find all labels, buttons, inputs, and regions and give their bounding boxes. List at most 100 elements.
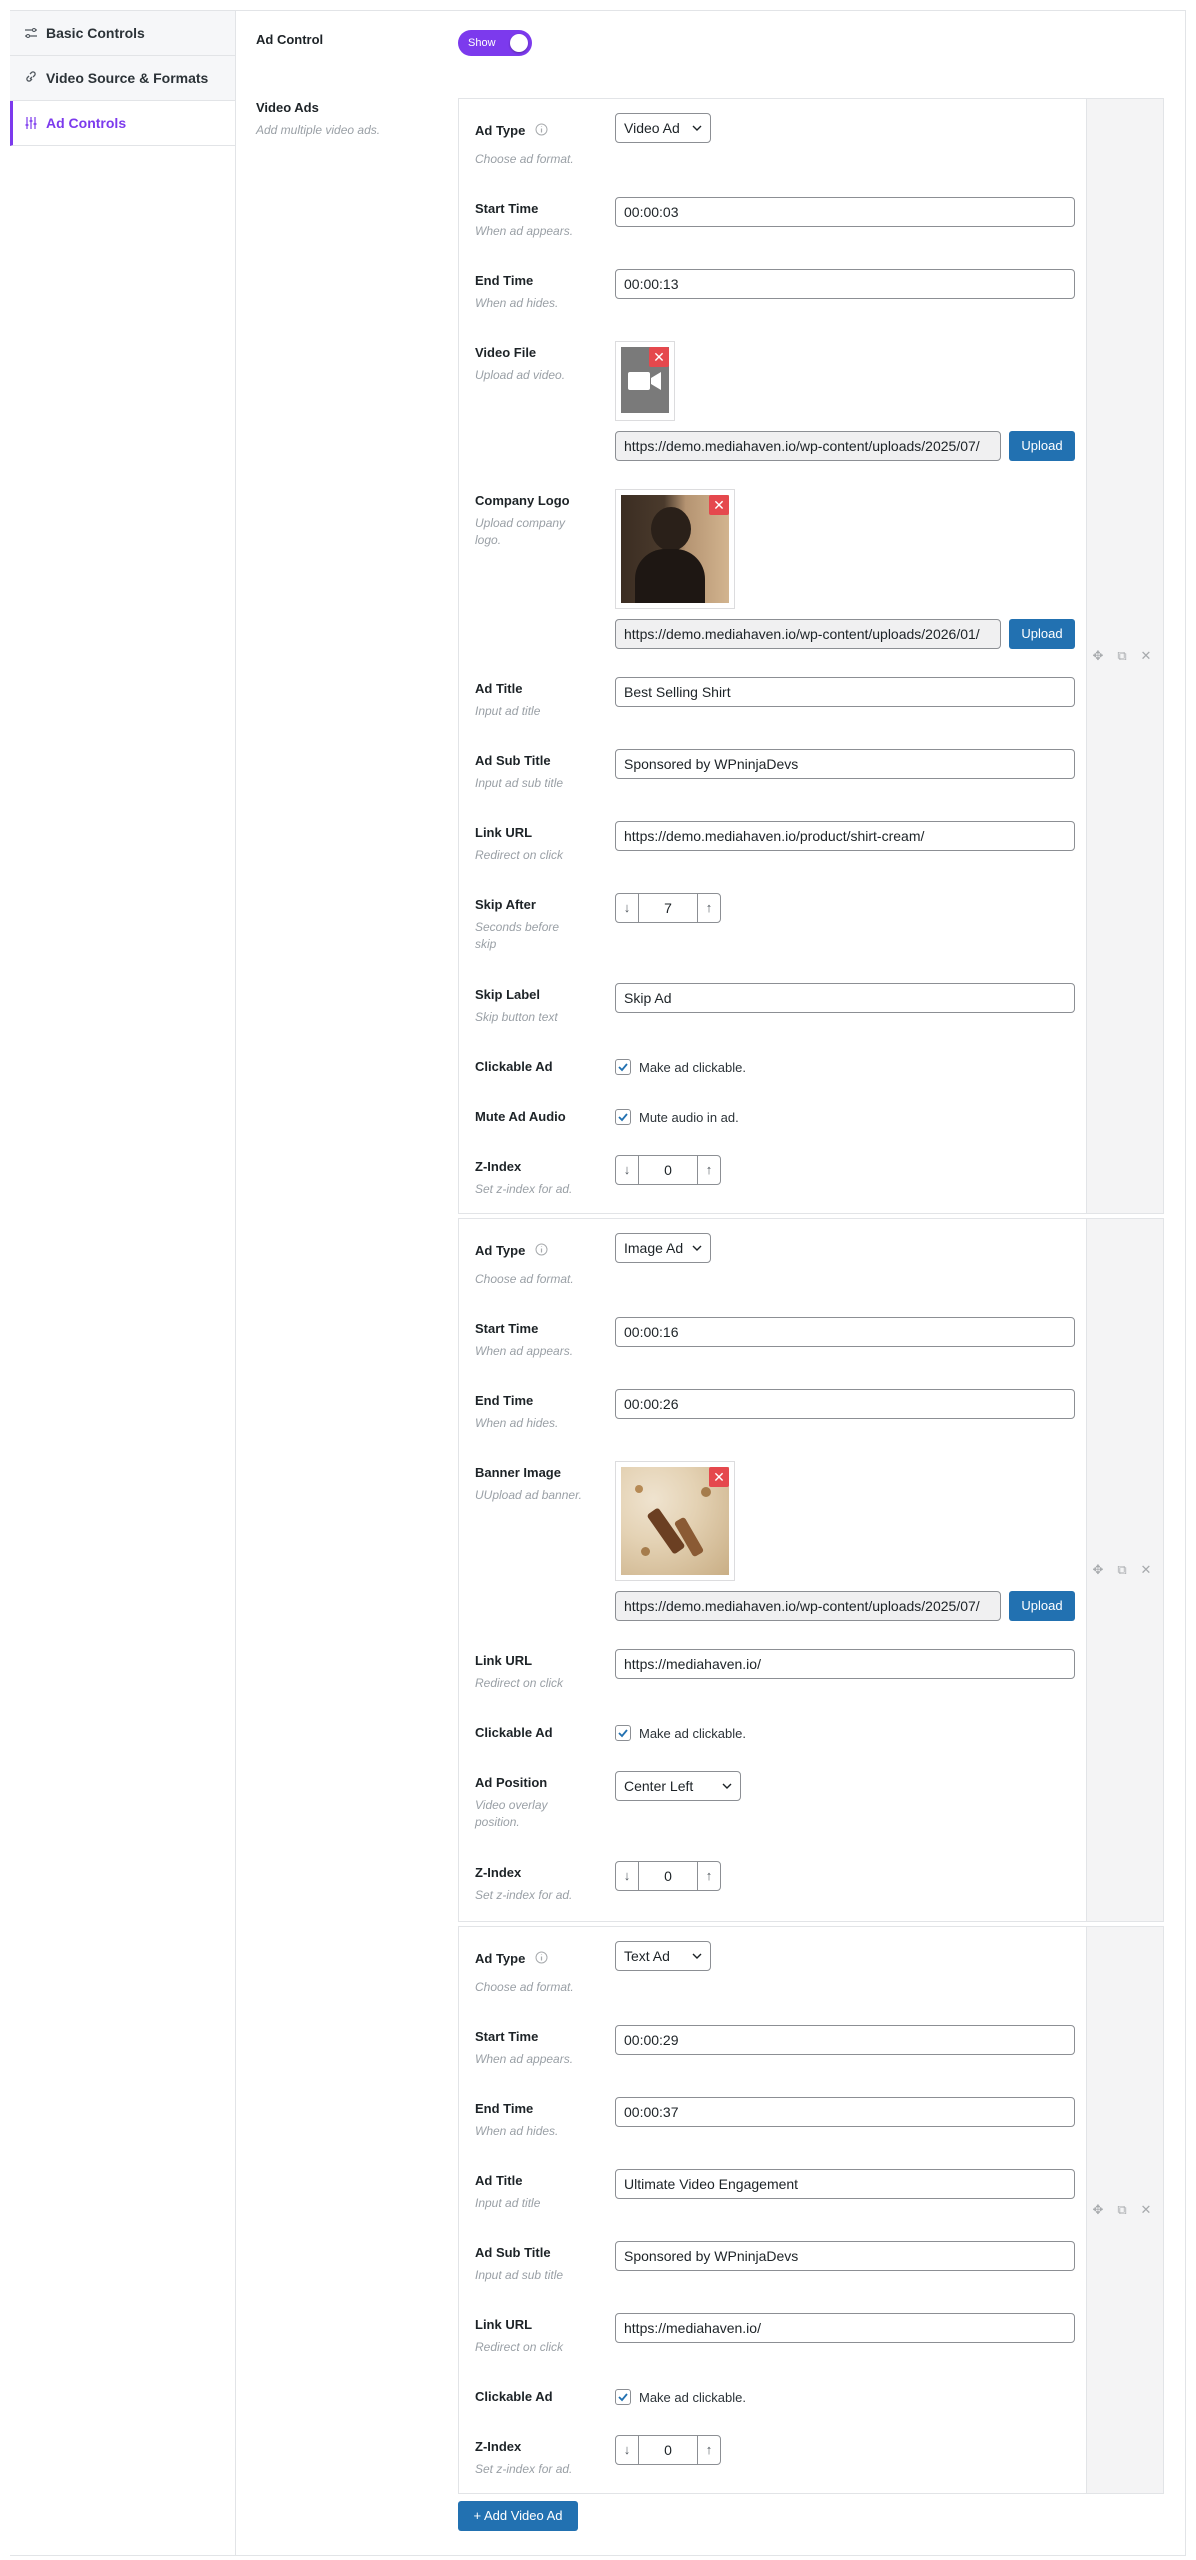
ad-sub-title-label: Ad Sub Title xyxy=(475,753,551,768)
decrement-arrow-icon[interactable]: ↓ xyxy=(616,2436,639,2464)
video-file-upload-button[interactable]: Upload xyxy=(1009,431,1075,461)
end-time-input[interactable] xyxy=(615,1389,1075,1419)
clickable-ad-checkbox[interactable]: Make ad clickable. xyxy=(615,1725,746,1741)
ad-type-desc: Choose ad format. xyxy=(475,152,574,166)
start-time-input[interactable] xyxy=(615,1317,1075,1347)
end-time-label: End Time xyxy=(475,273,534,288)
z-index-stepper[interactable]: ↓ 0 ↑ xyxy=(615,1861,721,1891)
company-logo-upload-button[interactable]: Upload xyxy=(1009,619,1075,649)
card-side-strip: ✥ ⧉ ✕ xyxy=(1086,1219,1163,1921)
z-index-label: Z-Index xyxy=(475,1865,522,1880)
checkbox[interactable] xyxy=(615,1109,631,1125)
ad-type-desc: Choose ad format. xyxy=(475,1272,574,1286)
decrement-arrow-icon[interactable]: ↓ xyxy=(616,1862,639,1890)
ad-type-label: Ad Type xyxy=(475,1951,526,1966)
link-url-input[interactable] xyxy=(615,1649,1075,1679)
checkbox[interactable] xyxy=(615,1725,631,1741)
ad-sub-title-input[interactable] xyxy=(615,749,1075,779)
move-icon[interactable]: ✥ xyxy=(1091,1563,1105,1577)
move-icon[interactable]: ✥ xyxy=(1091,2203,1105,2217)
end-time-input[interactable] xyxy=(615,2097,1075,2127)
clickable-ad-checkbox[interactable]: Make ad clickable. xyxy=(615,2389,746,2405)
banner-image-url-input[interactable] xyxy=(615,1591,1001,1621)
ad-title-input[interactable] xyxy=(615,2169,1075,2199)
ad-title-input[interactable] xyxy=(615,677,1075,707)
clickable-ad-text: Make ad clickable. xyxy=(639,1059,746,1075)
start-time-desc: When ad appears. xyxy=(475,224,574,238)
checkbox[interactable] xyxy=(615,1059,631,1075)
link-url-input[interactable] xyxy=(615,2313,1075,2343)
start-time-input[interactable] xyxy=(615,197,1075,227)
remove-icon[interactable]: ✕ xyxy=(1139,649,1153,663)
banner-image-label: Banner Image xyxy=(475,1465,561,1480)
z-index-desc: Set z-index for ad. xyxy=(475,1888,573,1902)
banner-image-thumbnail: ✕ xyxy=(615,1461,735,1581)
sidebar-item-ad-controls[interactable]: Ad Controls xyxy=(10,101,235,146)
ad-title-desc: Input ad title xyxy=(475,2196,541,2210)
remove-icon[interactable]: ✕ xyxy=(1139,1563,1153,1577)
z-index-stepper[interactable]: ↓ 0 ↑ xyxy=(615,2435,721,2465)
skip-after-value[interactable]: 7 xyxy=(639,894,697,922)
start-time-input[interactable] xyxy=(615,2025,1075,2055)
end-time-label: End Time xyxy=(475,2101,534,2116)
skip-after-stepper[interactable]: ↓ 7 ↑ xyxy=(615,893,721,923)
add-video-ad-button[interactable]: + Add Video Ad xyxy=(458,2501,578,2531)
increment-arrow-icon[interactable]: ↑ xyxy=(697,1862,720,1890)
mute-audio-checkbox[interactable]: Mute audio in ad. xyxy=(615,1109,739,1125)
decrement-arrow-icon[interactable]: ↓ xyxy=(616,1156,639,1184)
increment-arrow-icon[interactable]: ↑ xyxy=(697,2436,720,2464)
ad-type-value: Image Ad xyxy=(624,1240,684,1256)
move-icon[interactable]: ✥ xyxy=(1091,649,1105,663)
end-time-input[interactable] xyxy=(615,269,1075,299)
remove-banner-button[interactable]: ✕ xyxy=(709,1467,729,1487)
skip-label-label: Skip Label xyxy=(475,987,541,1002)
card-tools: ✥ ⧉ ✕ xyxy=(1091,649,1153,663)
increment-arrow-icon[interactable]: ↑ xyxy=(697,894,720,922)
link-url-desc: Redirect on click xyxy=(475,1676,564,1690)
ad-control-toggle[interactable]: Show xyxy=(458,30,532,56)
company-logo-label: Company Logo xyxy=(475,493,570,508)
link-url-input[interactable] xyxy=(615,821,1075,851)
ad-sub-title-input[interactable] xyxy=(615,2241,1075,2271)
duplicate-icon[interactable]: ⧉ xyxy=(1115,649,1129,663)
video-file-url-input[interactable] xyxy=(615,431,1001,461)
ad-type-select[interactable]: Text Ad xyxy=(615,1941,711,1971)
increment-arrow-icon[interactable]: ↑ xyxy=(697,1156,720,1184)
ad-type-select[interactable]: Video Ad xyxy=(615,113,711,143)
banner-image-upload-button[interactable]: Upload xyxy=(1009,1591,1075,1621)
start-time-label: Start Time xyxy=(475,201,539,216)
link-url-desc: Redirect on click xyxy=(475,848,564,862)
company-logo-desc: Upload company logo. xyxy=(475,516,566,547)
duplicate-icon[interactable]: ⧉ xyxy=(1115,1563,1129,1577)
ad-position-desc: Video overlay position. xyxy=(475,1798,548,1829)
sidebar-item-label: Video Source & Formats xyxy=(46,70,209,86)
info-icon xyxy=(535,1951,548,1964)
z-index-value[interactable]: 0 xyxy=(639,2436,697,2464)
z-index-value[interactable]: 0 xyxy=(639,1156,697,1184)
link-url-label: Link URL xyxy=(475,1653,533,1668)
sidebar-item-video-source[interactable]: Video Source & Formats xyxy=(10,56,235,101)
end-time-desc: When ad hides. xyxy=(475,296,559,310)
ad-title-label: Ad Title xyxy=(475,681,523,696)
remove-logo-button[interactable]: ✕ xyxy=(709,495,729,515)
company-logo-url-input[interactable] xyxy=(615,619,1001,649)
skip-after-label: Skip After xyxy=(475,897,536,912)
ad-position-select[interactable]: Center Left xyxy=(615,1771,741,1801)
duplicate-icon[interactable]: ⧉ xyxy=(1115,2203,1129,2217)
remove-icon[interactable]: ✕ xyxy=(1139,2203,1153,2217)
check-icon xyxy=(618,1729,628,1738)
toggle-knob xyxy=(510,34,528,52)
z-index-label: Z-Index xyxy=(475,2439,522,2454)
chevron-down-icon xyxy=(692,1245,702,1251)
skip-label-input[interactable] xyxy=(615,983,1075,1013)
ad-type-select[interactable]: Image Ad xyxy=(615,1233,711,1263)
remove-video-button[interactable]: ✕ xyxy=(649,347,669,367)
sidebar-item-basic-controls[interactable]: Basic Controls xyxy=(10,11,235,56)
checkbox[interactable] xyxy=(615,2389,631,2405)
clickable-ad-checkbox[interactable]: Make ad clickable. xyxy=(615,1059,746,1075)
ad-type-desc: Choose ad format. xyxy=(475,1980,574,1994)
decrement-arrow-icon[interactable]: ↓ xyxy=(616,894,639,922)
z-index-value[interactable]: 0 xyxy=(639,1862,697,1890)
link-url-label: Link URL xyxy=(475,2317,533,2332)
z-index-stepper[interactable]: ↓ 0 ↑ xyxy=(615,1155,721,1185)
